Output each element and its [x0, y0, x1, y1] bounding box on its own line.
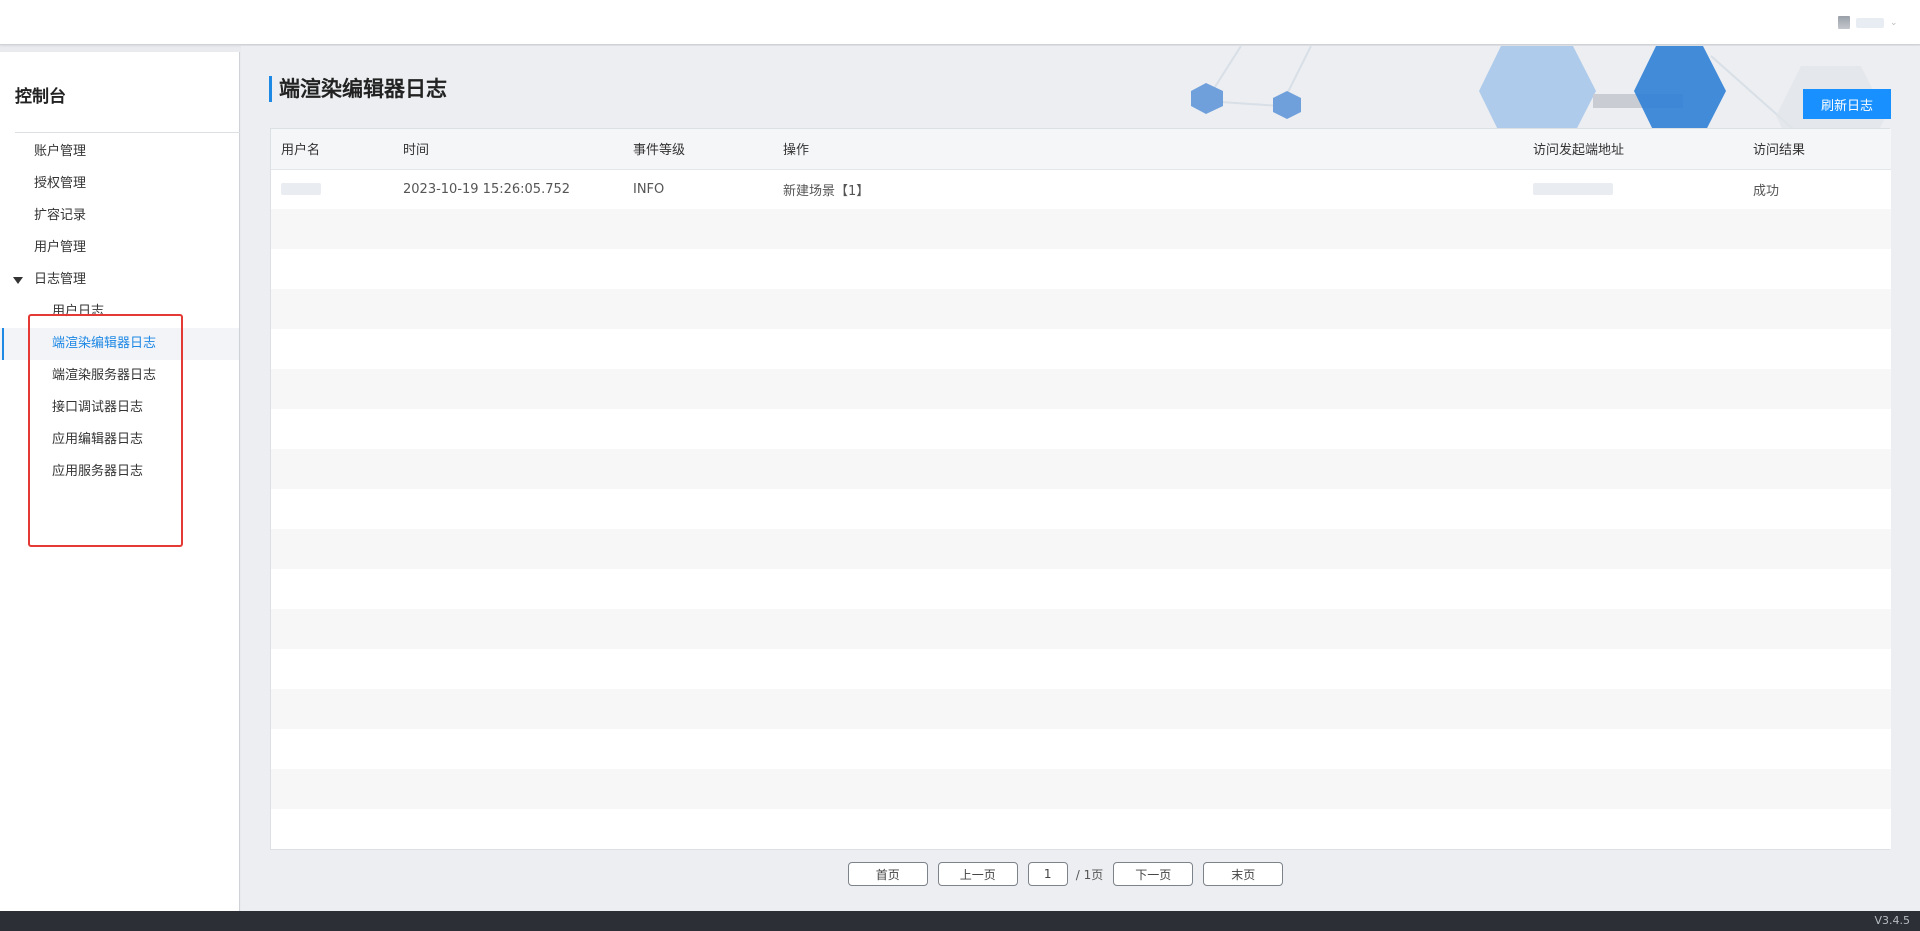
sidebar-item-label: 授权管理 — [34, 176, 87, 191]
user-menu[interactable]: ⌄ — [1838, 16, 1898, 29]
table-row — [271, 489, 1891, 529]
redacted-address — [1533, 183, 1613, 196]
sidebar-item-logs[interactable]: 日志管理 — [0, 264, 239, 296]
column-header-level: 事件等级 — [623, 129, 773, 170]
table-row — [271, 409, 1891, 449]
table-row: 2023-10-19 15:26:05.752 INFO 新建场景【1】 成功 — [271, 169, 1891, 209]
page-number-input[interactable] — [1027, 862, 1068, 886]
sidebar-item-label: 用户日志 — [52, 304, 105, 319]
sidebar-item-api-debugger-log[interactable]: 接口调试器日志 — [0, 392, 239, 424]
table-row — [271, 329, 1891, 369]
sidebar-item-label: 用户管理 — [34, 240, 87, 255]
sidebar-divider — [15, 132, 240, 133]
sidebar-item-label: 日志管理 — [34, 272, 87, 287]
column-header-action: 操作 — [773, 129, 1523, 170]
top-bar: ⌄ — [0, 0, 1920, 45]
table-row — [271, 769, 1891, 809]
table-row — [271, 289, 1891, 329]
sidebar-item-render-server-log[interactable]: 端渲染服务器日志 — [0, 360, 239, 392]
user-icon — [1838, 16, 1850, 29]
pagination: 首页 上一页 / 1页 下一页 末页 — [241, 862, 1920, 886]
table-row — [271, 209, 1891, 249]
sidebar-item-render-editor-log[interactable]: 端渲染编辑器日志 — [0, 328, 239, 360]
sidebar-item-label: 接口调试器日志 — [52, 400, 144, 415]
column-header-result: 访问结果 — [1743, 129, 1891, 170]
table-row — [271, 729, 1891, 769]
username-redacted — [1856, 17, 1884, 28]
sidebar-item-label: 扩容记录 — [34, 208, 87, 223]
cell-result: 成功 — [1753, 183, 1780, 199]
footer-bar: V3.4.5 — [0, 911, 1920, 931]
log-table: 用户名 时间 事件等级 操作 访问发起端地址 访问结果 2023-10-19 1… — [270, 128, 1891, 850]
last-page-button[interactable]: 末页 — [1203, 862, 1284, 886]
sidebar-item-user-log[interactable]: 用户日志 — [0, 296, 239, 328]
table-row — [271, 649, 1891, 689]
column-header-username: 用户名 — [271, 129, 393, 170]
column-header-time: 时间 — [393, 129, 623, 170]
sidebar-item-app-editor-log[interactable]: 应用编辑器日志 — [0, 424, 239, 456]
next-page-button[interactable]: 下一页 — [1113, 862, 1194, 886]
table-row — [271, 529, 1891, 569]
sidebar-item-expansion[interactable]: 扩容记录 — [0, 200, 239, 232]
table-row — [271, 449, 1891, 489]
prev-page-button[interactable]: 上一页 — [937, 862, 1018, 886]
table-row — [271, 809, 1891, 849]
cell-level: INFO — [633, 181, 665, 197]
page-title: 端渲染编辑器日志 — [269, 76, 447, 102]
page-total: / 1页 — [1075, 867, 1104, 882]
version-label: V3.4.5 — [1874, 914, 1910, 927]
table-row — [271, 249, 1891, 289]
caret-down-icon — [13, 277, 23, 284]
first-page-button[interactable]: 首页 — [847, 862, 928, 886]
sidebar-nav: 账户管理 授权管理 扩容记录 用户管理 日志管理 用户日志 端渲染编辑器日志 端… — [0, 136, 239, 488]
sidebar-item-label: 端渲染编辑器日志 — [52, 336, 157, 351]
sidebar: 控制台 账户管理 授权管理 扩容记录 用户管理 日志管理 用户日志 端渲染编辑器… — [0, 52, 240, 911]
sidebar-item-label: 端渲染服务器日志 — [52, 368, 157, 383]
sidebar-item-label: 应用编辑器日志 — [52, 432, 144, 447]
cell-source-address — [1523, 169, 1743, 209]
table-row — [271, 369, 1891, 409]
main-content: 端渲染编辑器日志 刷新日志 用户名 时间 事件等级 操作 访问发起端地址 访问结… — [241, 46, 1920, 911]
chevron-down-icon: ⌄ — [1890, 17, 1898, 28]
table-row — [271, 689, 1891, 729]
sidebar-item-label: 账户管理 — [34, 144, 87, 159]
refresh-log-button[interactable]: 刷新日志 — [1803, 89, 1891, 119]
table-row — [271, 569, 1891, 609]
sidebar-item-users[interactable]: 用户管理 — [0, 232, 239, 264]
table-row — [271, 609, 1891, 649]
sidebar-item-app-server-log[interactable]: 应用服务器日志 — [0, 456, 239, 488]
sidebar-item-label: 应用服务器日志 — [52, 464, 144, 479]
sidebar-item-account[interactable]: 账户管理 — [0, 136, 239, 168]
cell-time: 2023-10-19 15:26:05.752 — [403, 181, 571, 197]
redacted-username — [281, 183, 321, 196]
sidebar-item-license[interactable]: 授权管理 — [0, 168, 239, 200]
cell-action: 新建场景【1】 — [783, 183, 870, 199]
sidebar-title: 控制台 — [15, 87, 66, 107]
column-header-source-address: 访问发起端地址 — [1523, 129, 1743, 170]
table-header-row: 用户名 时间 事件等级 操作 访问发起端地址 访问结果 — [271, 129, 1891, 170]
cell-username — [271, 169, 393, 209]
